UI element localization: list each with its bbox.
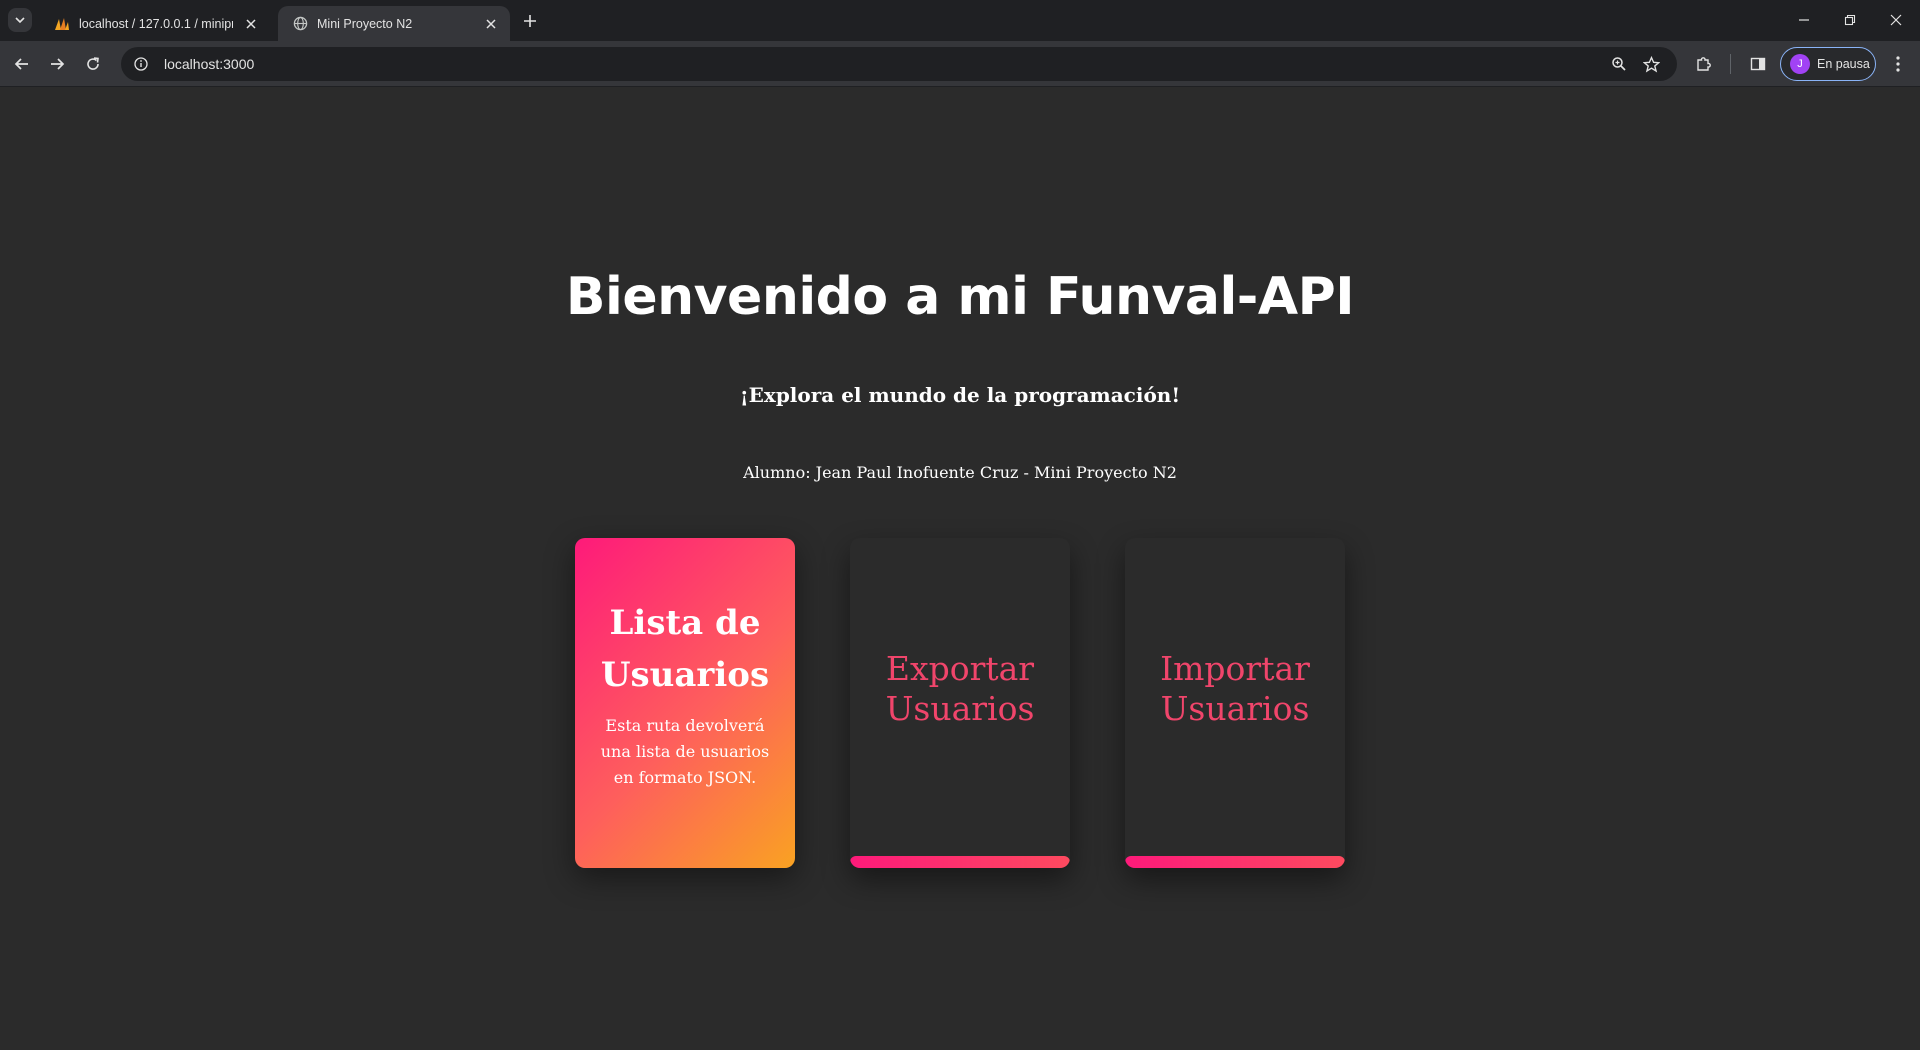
close-icon[interactable] [482,15,500,33]
tab-title: Mini Proyecto N2 [317,16,413,31]
tab-title: localhost / 127.0.0.1 / miniproy [79,16,233,31]
close-window-button[interactable] [1873,0,1919,40]
card-exportar-usuarios[interactable]: Exportar Usuarios [850,538,1070,868]
card-title-line: Usuarios [885,689,1035,728]
close-icon[interactable] [242,15,260,33]
page-title: Bienvenido a mi Funval-API [565,267,1355,327]
card-accent-bar [850,856,1070,868]
site-info-icon[interactable] [131,54,151,74]
card-title: Exportar Usuarios [886,649,1035,729]
reload-icon [87,57,99,70]
zoom-icon[interactable] [1609,54,1629,74]
card-title-line: Exportar [885,649,1035,688]
tab-mini-proyecto[interactable]: Mini Proyecto N2 [278,6,510,41]
card-title: Importar Usuarios [1160,649,1310,729]
card-title-line: Usuarios [600,655,770,695]
new-tab-button[interactable] [518,9,542,33]
minimize-icon [1799,19,1809,21]
url-text: localhost:3000 [164,56,255,72]
tab-search-button[interactable] [8,8,32,32]
reload-button[interactable] [79,50,107,78]
card-title-line: Importar [1160,649,1310,688]
arrow-left-icon [14,58,28,70]
globe-icon [292,16,308,32]
side-panel-button[interactable] [1744,50,1772,78]
browser-toolbar: localhost:3000 J En pausa [0,41,1920,87]
phpmyadmin-icon [54,16,70,32]
chevron-down-icon [15,17,25,24]
plus-icon [524,15,536,27]
avatar: J [1790,54,1810,74]
close-icon [1890,14,1902,26]
tab-phpmyadmin[interactable]: localhost / 127.0.0.1 / miniproy [40,6,270,41]
address-bar[interactable]: localhost:3000 [121,47,1677,81]
card-title-line: Lista de [609,603,761,643]
toolbar-divider [1730,54,1731,74]
card-accent-bar [1125,856,1345,868]
restore-icon [1844,14,1856,26]
card-importar-usuarios[interactable]: Importar Usuarios [1125,538,1345,868]
minimize-button[interactable] [1781,0,1827,40]
star-icon[interactable] [1641,54,1661,74]
extensions-button[interactable] [1690,50,1718,78]
profile-button[interactable]: J En pausa [1780,47,1876,81]
tab-strip: localhost / 127.0.0.1 / miniproy Mini Pr… [0,0,1920,41]
page-subtitle: ¡Explora el mundo de la programación! [739,383,1181,407]
restore-button[interactable] [1827,0,1873,40]
page-content: Bienvenido a mi Funval-API ¡Explora el m… [0,87,1920,1050]
forward-button[interactable] [43,50,71,78]
arrow-right-icon [51,58,65,70]
student-info: Alumno: Jean Paul Inofuente Cruz - Mini … [743,463,1177,482]
back-button[interactable] [8,50,36,78]
card-title-line: Usuarios [1160,689,1310,728]
side-panel-icon [1750,57,1766,71]
card-title: Lista de Usuarios [601,597,769,701]
card-description: Esta ruta devolverá una lista de usuario… [600,716,770,787]
profile-status: En pausa [1817,57,1870,71]
card-lista-usuarios[interactable]: Lista de Usuarios Esta ruta devolverá un… [575,538,795,868]
kebab-menu-icon [1896,56,1900,72]
puzzle-icon [1697,57,1711,71]
menu-button[interactable] [1884,50,1912,78]
